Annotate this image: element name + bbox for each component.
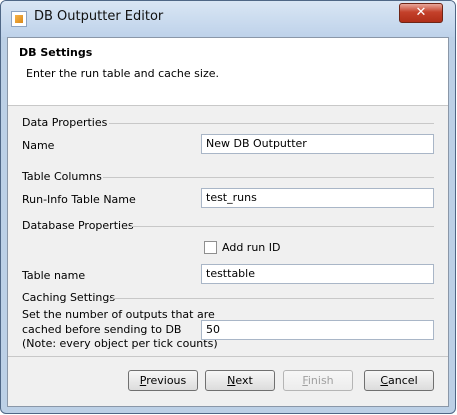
table-name-label: Table name bbox=[22, 269, 86, 282]
name-field[interactable]: New DB Outputter bbox=[201, 134, 434, 154]
next-label: ext bbox=[235, 374, 253, 387]
section-divider bbox=[109, 123, 434, 124]
section-divider bbox=[103, 177, 434, 178]
header-description: Enter the run table and cache size. bbox=[26, 67, 219, 80]
header-title: DB Settings bbox=[19, 46, 93, 59]
run-info-table-label: Run-Info Table Name bbox=[22, 193, 136, 206]
cache-size-label-line2: cached before sending to DB bbox=[22, 323, 182, 336]
finish-label: inish bbox=[307, 374, 334, 387]
window-title: DB Outputter Editor bbox=[34, 9, 164, 24]
previous-button[interactable]: Previous bbox=[128, 370, 198, 391]
cancel-label: ancel bbox=[388, 374, 418, 387]
previous-label: revious bbox=[146, 374, 187, 387]
table-name-field[interactable]: testtable bbox=[201, 264, 434, 284]
section-database-properties: Database Properties bbox=[22, 219, 134, 232]
dialog-window: DB Outputter Editor ✕ DB Settings Enter … bbox=[0, 0, 456, 414]
app-icon bbox=[11, 11, 27, 27]
cache-size-label-line3: (Note: every object per tick counts) bbox=[22, 337, 218, 350]
next-button[interactable]: Next bbox=[205, 370, 275, 391]
section-table-columns: Table Columns bbox=[22, 170, 102, 183]
cancel-mnemonic: C bbox=[380, 374, 389, 387]
close-icon: ✕ bbox=[415, 5, 427, 20]
section-caching-settings: Caching Settings bbox=[22, 291, 116, 304]
add-run-id-label[interactable]: Add run ID bbox=[222, 241, 280, 254]
cancel-button[interactable]: Cancel bbox=[364, 370, 434, 391]
button-bar-divider bbox=[8, 356, 448, 357]
section-data-properties: Data Properties bbox=[22, 116, 108, 129]
run-info-table-field[interactable]: test_runs bbox=[201, 188, 434, 208]
section-divider bbox=[130, 226, 434, 227]
wizard-header: DB Settings Enter the run table and cach… bbox=[8, 38, 448, 106]
finish-button[interactable]: Finish bbox=[283, 370, 353, 391]
cache-size-label-line1: Set the number of outputs that are bbox=[22, 308, 215, 321]
dialog-content: DB Settings Enter the run table and cach… bbox=[7, 37, 449, 407]
cache-size-field[interactable]: 50 bbox=[201, 320, 434, 340]
name-label: Name bbox=[22, 139, 55, 152]
close-button[interactable]: ✕ bbox=[399, 3, 443, 23]
title-bar[interactable]: DB Outputter Editor ✕ bbox=[1, 1, 455, 37]
section-divider bbox=[108, 298, 434, 299]
add-run-id-checkbox[interactable] bbox=[204, 241, 217, 254]
